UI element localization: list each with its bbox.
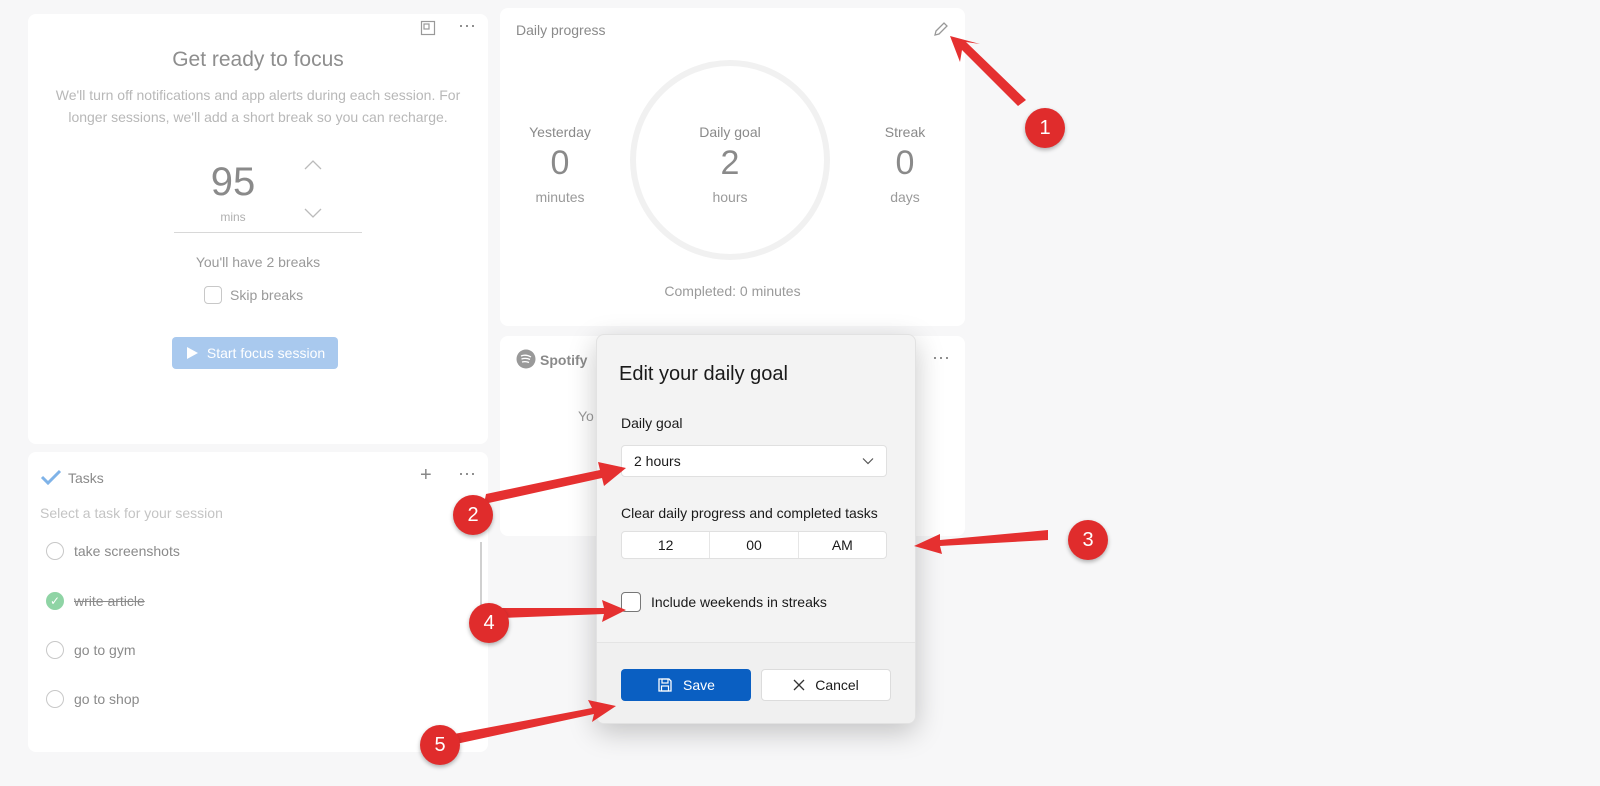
annotation-arrows [454, 36, 1048, 744]
annotation-marker-5: 5 [420, 725, 460, 765]
arrow-4 [500, 600, 626, 622]
annotation-marker-4: 4 [469, 603, 509, 643]
arrow-2 [484, 462, 626, 504]
annotation-marker-1: 1 [1025, 108, 1065, 148]
annotation-marker-3: 3 [1068, 520, 1108, 560]
arrow-3 [914, 530, 1048, 554]
arrow-1 [950, 36, 1026, 106]
arrow-5 [454, 700, 616, 744]
annotation-marker-2: 2 [453, 495, 493, 535]
